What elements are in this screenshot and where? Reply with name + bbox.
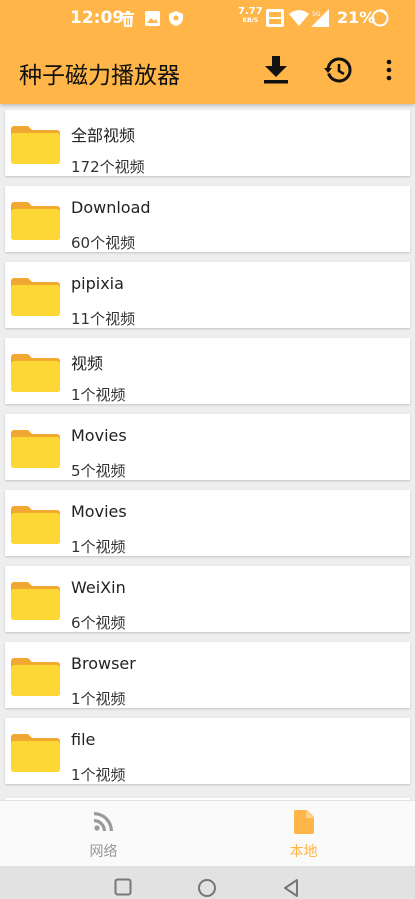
nav-network-tab[interactable]: 网络 (0, 801, 207, 867)
folder-name: 视频 (71, 354, 104, 373)
system-navigation-bar (0, 866, 415, 899)
battery-percent: 21% (337, 8, 376, 27)
net-speed-value: 7.77 (238, 6, 263, 17)
rss-feed-icon (93, 812, 113, 831)
cell-signal-icon: 5G (311, 9, 329, 31)
folder-name: 全部视频 (71, 126, 136, 145)
folder-card[interactable]: Movies 1个视频 (5, 490, 410, 556)
folder-video-count: 11个视频 (71, 310, 136, 328)
download-icon (264, 56, 288, 84)
history-button[interactable] (323, 55, 353, 85)
folder-name: pipixia (71, 274, 124, 293)
app-bar: 种子磁力播放器 (0, 38, 415, 104)
folder-icon (11, 582, 60, 620)
net-speed: 7.77 KB/S (238, 7, 263, 25)
file-icon (293, 810, 314, 834)
folder-icon (11, 354, 60, 392)
bottom-navigation: 网络 本地 (0, 800, 415, 867)
trash-notification-icon (121, 11, 135, 31)
folder-card[interactable]: Browser 1个视频 (5, 642, 410, 708)
more-vert-icon (386, 59, 392, 81)
svg-text:5G: 5G (312, 11, 321, 18)
folder-icon (11, 430, 60, 468)
nav-network-label: 网络 (89, 844, 118, 860)
status-time: 12:09 (70, 8, 125, 28)
folder-icon (11, 278, 60, 316)
nav-local-tab[interactable]: 本地 (200, 801, 407, 867)
net-speed-unit: KB/S (242, 17, 259, 24)
shield-notification-icon (169, 11, 183, 30)
battery-icon (371, 9, 389, 31)
folder-icon (11, 658, 60, 696)
folder-video-count: 1个视频 (71, 690, 126, 708)
folder-card[interactable]: 视频 1个视频 (5, 338, 410, 404)
folder-card[interactable]: 全部视频 172个视频 (5, 110, 410, 176)
folder-video-count: 1个视频 (71, 386, 126, 404)
folder-list[interactable]: 全部视频 172个视频 Download 60个视频 pipixia 11个视频… (0, 104, 415, 800)
home-button-icon[interactable] (197, 878, 217, 898)
folder-name: file (71, 730, 96, 749)
folder-card[interactable]: Movies 5个视频 (5, 414, 410, 480)
folder-icon (11, 506, 60, 544)
folder-video-count: 5个视频 (71, 462, 126, 480)
folder-name: Browser (71, 654, 136, 673)
folder-video-count: 60个视频 (71, 234, 136, 252)
folder-name: Download (71, 198, 151, 217)
folder-icon (11, 734, 60, 772)
folder-video-count: 1个视频 (71, 766, 126, 784)
folder-video-count: 6个视频 (71, 614, 126, 632)
history-icon (324, 57, 352, 83)
folder-name: Movies (71, 502, 127, 521)
status-bar: 12:09 7.77 KB/S 5G 21% (0, 0, 415, 38)
volte-icon (266, 9, 284, 31)
folder-icon (11, 202, 60, 240)
download-button[interactable] (261, 55, 291, 85)
recents-button-icon[interactable] (114, 878, 132, 896)
image-notification-icon (145, 11, 160, 30)
wifi-icon (289, 10, 309, 30)
folder-card[interactable]: Download 60个视频 (5, 186, 410, 252)
folder-icon (11, 126, 60, 164)
folder-video-count: 1个视频 (71, 538, 126, 556)
folder-name: WeiXin (71, 578, 126, 597)
back-button-icon[interactable] (282, 878, 300, 898)
nav-local-label: 本地 (289, 844, 318, 860)
folder-card[interactable]: WeiXin 6个视频 (5, 566, 410, 632)
app-title: 种子磁力播放器 (19, 63, 180, 89)
folder-video-count: 172个视频 (71, 158, 145, 176)
folder-card[interactable]: pipixia 11个视频 (5, 262, 410, 328)
folder-card[interactable]: file 1个视频 (5, 718, 410, 784)
more-options-button[interactable] (374, 55, 404, 85)
folder-name: Movies (71, 426, 127, 445)
